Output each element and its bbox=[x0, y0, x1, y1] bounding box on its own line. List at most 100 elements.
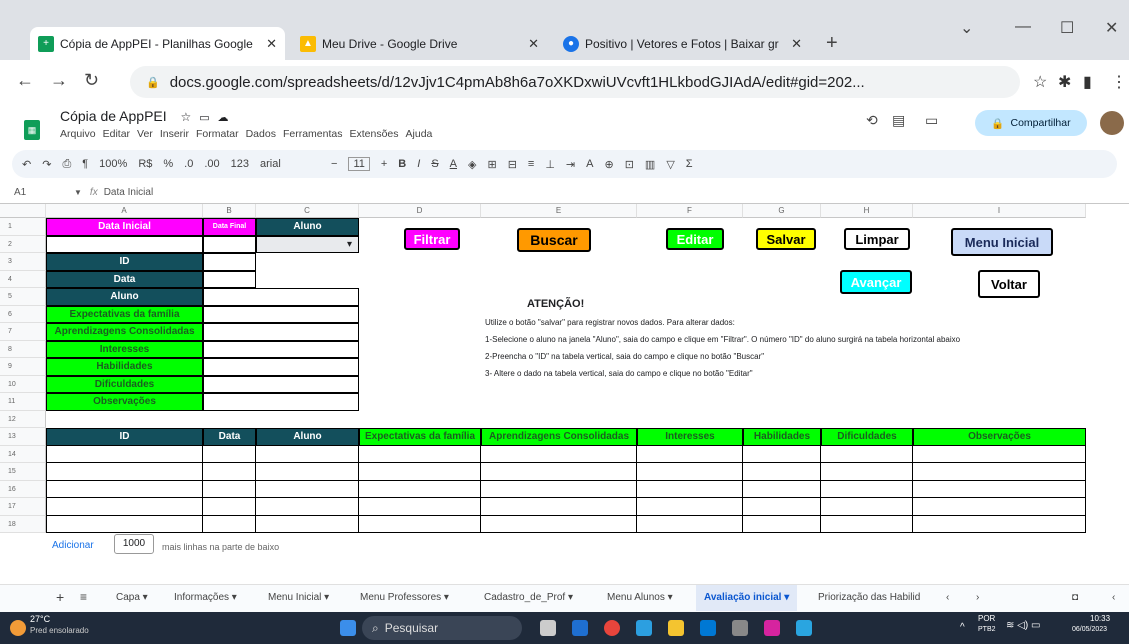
taskbar-search[interactable]: ⌕ Pesquisar bbox=[362, 616, 522, 640]
reload-icon[interactable]: ↻ bbox=[84, 70, 99, 91]
corner-cell[interactable] bbox=[0, 204, 46, 218]
font-size-increase-icon[interactable]: + bbox=[381, 158, 387, 170]
tab-search-icon[interactable]: ⌄ bbox=[960, 18, 973, 38]
chart-icon[interactable]: ▥ bbox=[645, 158, 655, 171]
vertical-value-input[interactable] bbox=[203, 393, 359, 411]
table-cell[interactable] bbox=[256, 480, 359, 498]
weather-desc[interactable]: Pred ensolarado bbox=[30, 626, 89, 635]
table-cell[interactable] bbox=[359, 445, 481, 463]
functions-icon[interactable]: Σ bbox=[686, 158, 693, 170]
table-cell[interactable] bbox=[481, 515, 637, 533]
menu-arquivo[interactable]: Arquivo bbox=[60, 128, 96, 140]
row-header[interactable]: 12 bbox=[0, 410, 46, 428]
lang-layout[interactable]: PTB2 bbox=[978, 626, 996, 633]
vertical-value-input[interactable] bbox=[203, 375, 359, 393]
file-explorer-icon[interactable] bbox=[668, 620, 684, 636]
column-header[interactable]: D bbox=[359, 204, 481, 218]
table-cell[interactable] bbox=[637, 463, 743, 481]
name-box[interactable]: A1 bbox=[14, 187, 74, 198]
table-cell[interactable] bbox=[203, 480, 256, 498]
sheet-tab-menu-inicial[interactable]: Menu Inicial ▾ bbox=[268, 592, 329, 603]
menu-ferramentas[interactable]: Ferramentas bbox=[283, 128, 343, 140]
sheets-logo-icon[interactable]: ▦ bbox=[24, 120, 40, 140]
row-header[interactable]: 9 bbox=[0, 358, 46, 376]
table-cell[interactable] bbox=[481, 498, 637, 516]
vertical-value-input[interactable] bbox=[203, 305, 359, 323]
merge-cells-icon[interactable]: ⊟ bbox=[508, 158, 517, 171]
voltar-button[interactable]: Voltar bbox=[978, 270, 1040, 298]
increase-decimal-button[interactable]: .00 bbox=[204, 158, 219, 170]
table-cell[interactable] bbox=[203, 463, 256, 481]
table-cell[interactable] bbox=[821, 498, 913, 516]
font-size-input[interactable]: 11 bbox=[348, 157, 370, 171]
table-cell[interactable] bbox=[637, 445, 743, 463]
close-window-icon[interactable]: ✕ bbox=[1105, 18, 1118, 38]
table-cell[interactable] bbox=[743, 498, 821, 516]
store-icon[interactable] bbox=[700, 620, 716, 636]
row-header[interactable]: 5 bbox=[0, 288, 46, 306]
menu-inserir[interactable]: Inserir bbox=[160, 128, 189, 140]
borders-icon[interactable]: ⊞ bbox=[487, 158, 496, 171]
add-rows-button[interactable]: Adicionar bbox=[52, 540, 94, 551]
table-cell[interactable] bbox=[203, 445, 256, 463]
filtrar-button[interactable]: Filtrar bbox=[404, 228, 460, 250]
row-header[interactable]: 16 bbox=[0, 480, 46, 498]
menu-dados[interactable]: Dados bbox=[246, 128, 276, 140]
column-header[interactable]: B bbox=[203, 204, 256, 218]
zoom-select[interactable]: 100% bbox=[99, 158, 127, 170]
avancar-button[interactable]: Avançar bbox=[840, 270, 912, 294]
table-cell[interactable] bbox=[821, 445, 913, 463]
row-header[interactable]: 11 bbox=[0, 393, 46, 411]
table-cell[interactable] bbox=[359, 480, 481, 498]
menu-editar[interactable]: Editar bbox=[103, 128, 130, 140]
share-button[interactable]: 🔒 Compartilhar bbox=[975, 110, 1087, 136]
vertical-value-input[interactable] bbox=[203, 270, 256, 288]
vertical-value-input[interactable] bbox=[203, 358, 359, 376]
column-header[interactable]: G bbox=[743, 204, 821, 218]
table-cell[interactable] bbox=[256, 498, 359, 516]
back-icon[interactable]: ← bbox=[16, 70, 34, 91]
row-header[interactable]: 7 bbox=[0, 323, 46, 341]
column-header[interactable]: H bbox=[821, 204, 913, 218]
forward-icon[interactable]: → bbox=[50, 70, 68, 91]
table-cell[interactable] bbox=[481, 463, 637, 481]
row-header[interactable]: 8 bbox=[0, 340, 46, 358]
sheet-tab-informacoes[interactable]: Informações ▾ bbox=[174, 592, 237, 603]
windows-start-icon[interactable] bbox=[340, 620, 356, 636]
table-cell[interactable] bbox=[481, 480, 637, 498]
vertical-value-input[interactable] bbox=[203, 253, 256, 271]
table-cell[interactable] bbox=[743, 445, 821, 463]
extensions-icon[interactable]: ✱ bbox=[1058, 72, 1071, 92]
column-header[interactable]: F bbox=[637, 204, 743, 218]
row-header[interactable]: 3 bbox=[0, 253, 46, 271]
table-cell[interactable] bbox=[256, 463, 359, 481]
font-size-decrease-icon[interactable]: − bbox=[331, 158, 337, 170]
row-header[interactable]: 10 bbox=[0, 375, 46, 393]
table-cell[interactable] bbox=[481, 445, 637, 463]
menu-dots-icon[interactable]: ⋮ bbox=[1111, 72, 1127, 92]
font-select[interactable]: arial bbox=[260, 158, 320, 170]
table-cell[interactable] bbox=[743, 480, 821, 498]
edge-icon[interactable] bbox=[572, 620, 588, 636]
percent-button[interactable]: % bbox=[163, 158, 173, 170]
undo-icon[interactable]: ↶ bbox=[22, 158, 31, 171]
table-cell[interactable] bbox=[913, 463, 1086, 481]
table-cell[interactable] bbox=[913, 498, 1086, 516]
maximize-icon[interactable]: ☐ bbox=[1060, 18, 1074, 38]
weather-temp[interactable]: 27°C bbox=[30, 614, 50, 624]
spreadsheet-grid[interactable]: A B C D E F G H I 1 2 3 4 5 6 7 8 9 10 11 12 13 14 15 16 17 18 Data… bbox=[0, 204, 1100, 584]
instagram-icon[interactable] bbox=[764, 620, 780, 636]
table-cell[interactable] bbox=[203, 515, 256, 533]
paint-format-icon[interactable]: ¶ bbox=[82, 158, 88, 170]
data-final-input[interactable] bbox=[203, 235, 256, 253]
sheet-tab-avaliacao-inicial[interactable]: Avaliação inicial ▾ bbox=[696, 585, 798, 611]
link-icon[interactable]: ⊕ bbox=[604, 158, 613, 171]
print-icon[interactable]: ⎙ bbox=[62, 158, 71, 171]
scroll-left-icon[interactable]: ‹ bbox=[946, 592, 949, 603]
editar-button[interactable]: Editar bbox=[666, 228, 724, 250]
bold-icon[interactable]: B bbox=[398, 158, 406, 170]
dropdown-chevron-icon[interactable]: ▾ bbox=[347, 239, 352, 250]
sheet-tab-menu-professores[interactable]: Menu Professores ▾ bbox=[360, 592, 449, 603]
table-cell[interactable] bbox=[637, 480, 743, 498]
table-cell[interactable] bbox=[256, 445, 359, 463]
